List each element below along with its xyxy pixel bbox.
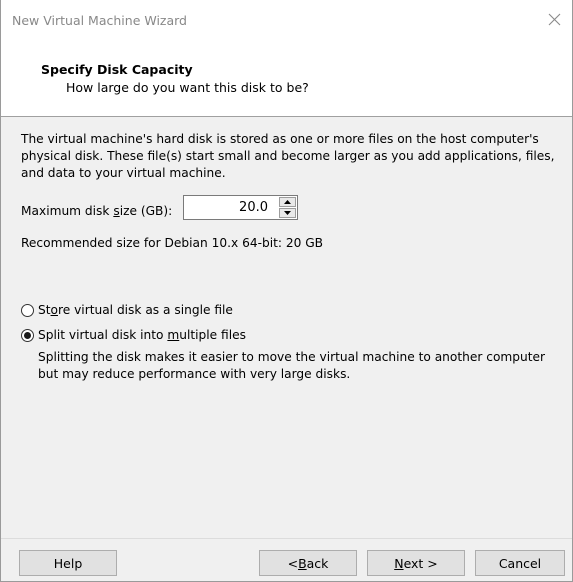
wizard-window: New Virtual Machine Wizard Specify Disk … [0, 0, 573, 582]
close-icon [548, 13, 561, 26]
single-file-radio[interactable] [21, 303, 34, 317]
next-button[interactable]: Next > [367, 550, 465, 576]
recommended-size: Recommended size for Debian 10.x 64-bit:… [21, 236, 324, 250]
chevron-up-icon [284, 200, 291, 204]
page-subtitle: How large do you want this disk to be? [66, 80, 309, 95]
single-file-option[interactable]: Store virtual disk as a single file [21, 301, 233, 319]
wizard-header: Specify Disk Capacity How large do you w… [1, 40, 572, 117]
split-description: Splitting the disk makes it easier to mo… [38, 350, 546, 381]
spin-up-button[interactable] [279, 197, 296, 207]
help-button[interactable]: Help [19, 550, 117, 576]
chevron-down-icon [284, 211, 291, 215]
disk-size-input[interactable] [184, 196, 274, 219]
footer-divider [1, 538, 572, 539]
close-button[interactable] [542, 8, 568, 32]
cancel-button[interactable]: Cancel [475, 550, 565, 576]
window-title: New Virtual Machine Wizard [12, 13, 187, 28]
disk-size-label: Maximum disk size (GB): [21, 204, 173, 218]
title-bar: New Virtual Machine Wizard [1, 0, 572, 40]
multiple-files-radio[interactable] [21, 328, 34, 342]
page-title: Specify Disk Capacity [41, 62, 193, 77]
multiple-files-option[interactable]: Split virtual disk into multiple files [21, 326, 246, 344]
multiple-files-label[interactable]: Split virtual disk into multiple files [38, 328, 246, 342]
disk-size-spinner [183, 195, 298, 220]
disk-description: The virtual machine's hard disk is store… [21, 132, 555, 180]
back-button[interactable]: < Back [259, 550, 357, 576]
spin-buttons [279, 197, 296, 218]
spin-down-button[interactable] [279, 208, 296, 218]
single-file-label[interactable]: Store virtual disk as a single file [38, 303, 233, 317]
